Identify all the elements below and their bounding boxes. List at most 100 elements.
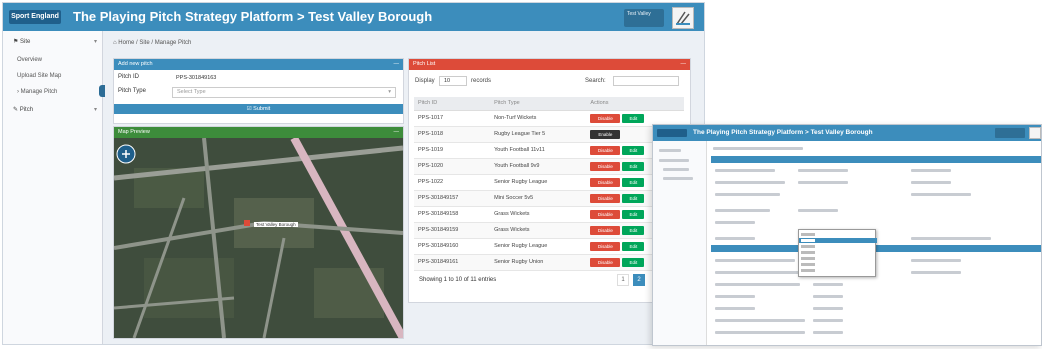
- inset-logo: [657, 129, 687, 137]
- pitch-id-cell: PPS-301849160: [414, 238, 491, 255]
- table-row: PPS-301849160 Senior Rugby League Disabl…: [414, 238, 684, 255]
- select-placeholder: Select Type: [177, 89, 206, 95]
- column-header-pitch-type[interactable]: Pitch Type: [490, 97, 587, 111]
- add-pitch-header: Add new pitch —: [114, 59, 403, 70]
- disable-button[interactable]: Disable: [590, 177, 621, 187]
- inset-app-title: The Playing Pitch Strategy Platform > Te…: [693, 129, 873, 136]
- disable-button[interactable]: Disable: [590, 113, 621, 123]
- inset-form-line: [798, 169, 848, 172]
- edit-button[interactable]: Edit: [622, 177, 645, 187]
- pitch-type-cell: Senior Rugby League: [490, 238, 587, 255]
- collapse-icon[interactable]: —: [394, 59, 400, 70]
- inset-rating-line: [813, 331, 843, 334]
- inset-form-line: [911, 237, 991, 240]
- edit-icon: ✎: [13, 107, 20, 113]
- pitch-type-select[interactable]: Select Type ▾: [172, 87, 396, 98]
- map-view[interactable]: Test Valley Borough: [114, 138, 403, 338]
- inset-rating-line: [715, 259, 795, 262]
- edit-button[interactable]: Edit: [622, 209, 645, 219]
- dropdown-option[interactable]: [799, 244, 877, 249]
- breadcrumb-site[interactable]: Site: [139, 40, 149, 46]
- edit-button[interactable]: Edit: [622, 113, 645, 123]
- submit-label: Submit: [253, 106, 271, 112]
- records-per-page-value: 10: [444, 78, 451, 84]
- dropdown-option-selected[interactable]: [799, 238, 877, 243]
- pitch-id-cell: PPS-1020: [414, 158, 491, 175]
- edit-button[interactable]: Edit: [622, 225, 645, 235]
- sidebar-item-manage-pitch[interactable]: › Manage Pitch: [3, 85, 103, 100]
- sport-england-logo[interactable]: Sport England: [9, 10, 61, 24]
- active-item-marker: [99, 85, 105, 97]
- inset-rating-line: [911, 271, 961, 274]
- disable-button[interactable]: Disable: [590, 193, 621, 203]
- search-input[interactable]: [613, 76, 679, 86]
- table-row: PPS-1020 Youth Football 9v9 Disable Edit: [414, 158, 684, 175]
- table-row: PPS-301849161 Senior Rugby Union Disable…: [414, 254, 684, 271]
- collapse-icon[interactable]: —: [681, 59, 687, 70]
- breadcrumb-home[interactable]: Home: [118, 40, 134, 46]
- disable-button[interactable]: Disable: [590, 241, 621, 251]
- pitch-type-cell: Senior Rugby League: [490, 174, 587, 191]
- breadcrumb-current: Manage Pitch: [154, 40, 192, 46]
- edit-button[interactable]: Edit: [622, 161, 645, 171]
- sidebar-item-label: Pitch: [19, 107, 34, 113]
- table-row: PPS-1018 Rugby League Tier 5 Enable: [414, 126, 684, 143]
- column-header-pitch-id[interactable]: Pitch ID: [414, 97, 491, 111]
- edit-button[interactable]: Edit: [622, 257, 645, 267]
- sidebar-item-label: Site: [20, 39, 31, 45]
- records-per-page-select[interactable]: 10: [439, 76, 467, 86]
- dropdown-option[interactable]: [799, 256, 877, 261]
- pitch-list-header: Pitch List —: [409, 59, 690, 70]
- pitch-id-cell: PPS-1017: [414, 110, 491, 127]
- table-row: PPS-1022 Senior Rugby League Disable Edit: [414, 174, 684, 191]
- collapse-icon[interactable]: —: [394, 127, 400, 138]
- disable-button[interactable]: Disable: [590, 161, 621, 171]
- dropdown-option[interactable]: [799, 232, 877, 237]
- pitch-id-label: Pitch ID: [118, 74, 140, 80]
- user-avatar[interactable]: [672, 7, 694, 29]
- panel-title: Pitch List: [413, 61, 436, 67]
- inset-form-header: [711, 156, 1041, 163]
- table-row: PPS-301849158 Grass Wickets Disable Edit: [414, 206, 684, 223]
- table-row: PPS-1019 Youth Football 11v11 Disable Edi…: [414, 142, 684, 159]
- inset-rating-line: [813, 307, 843, 310]
- pagination-page-1[interactable]: 1: [617, 274, 629, 286]
- chevron-down-icon: ▾: [388, 89, 391, 95]
- dropdown-option[interactable]: [799, 268, 877, 273]
- enable-button[interactable]: Enable: [590, 129, 621, 139]
- disable-button[interactable]: Disable: [590, 225, 621, 235]
- inset-form-line: [911, 181, 951, 184]
- inset-rating-line: [911, 259, 961, 262]
- submit-button[interactable]: ☑ Submit: [114, 104, 403, 114]
- inset-dropdown-list[interactable]: [798, 229, 877, 277]
- sidebar-item-site[interactable]: ⚑ Site ▾: [3, 35, 103, 50]
- pitch-type-cell: Rugby League Tier 5: [490, 126, 587, 143]
- dropdown-option[interactable]: [799, 250, 877, 255]
- disable-button[interactable]: Disable: [590, 209, 621, 219]
- records-label: records: [471, 78, 492, 84]
- edit-button[interactable]: Edit: [622, 193, 645, 203]
- sidebar-item-pitch[interactable]: ✎ Pitch ▾: [3, 103, 103, 118]
- pitch-id-cell: PPS-301849158: [414, 206, 491, 223]
- inset-form-line: [715, 181, 785, 184]
- top-navbar: Sport England The Playing Pitch Strategy…: [3, 3, 704, 31]
- dropdown-option[interactable]: [799, 262, 877, 267]
- pagination-page-2[interactable]: 2: [633, 274, 645, 286]
- edit-button[interactable]: Edit: [622, 145, 645, 155]
- sidebar-item-upload-site-map[interactable]: Upload Site Map: [3, 69, 103, 84]
- inset-user-menu: [995, 128, 1025, 138]
- user-menu[interactable]: Test Valley: [624, 9, 664, 27]
- pitch-id-value: PPS-301849163: [176, 75, 217, 81]
- pitch-id-cell: PPS-1022: [414, 174, 491, 191]
- disable-button[interactable]: Disable: [590, 145, 621, 155]
- sidebar-item-overview[interactable]: Overview: [3, 53, 103, 68]
- inset-rating-line: [813, 283, 843, 286]
- inset-breadcrumb: [713, 147, 803, 150]
- table-row: PPS-301849159 Grass Wickets Disable Edit: [414, 222, 684, 239]
- pitch-list-panel: Pitch List — Display 10 records Search: …: [408, 58, 691, 303]
- sidebar-item-label: Manage Pitch: [20, 89, 58, 95]
- inset-sidebar-line: [659, 159, 689, 162]
- disable-button[interactable]: Disable: [590, 257, 621, 267]
- edit-button[interactable]: Edit: [622, 241, 645, 251]
- chevron-down-icon: ▾: [93, 39, 97, 45]
